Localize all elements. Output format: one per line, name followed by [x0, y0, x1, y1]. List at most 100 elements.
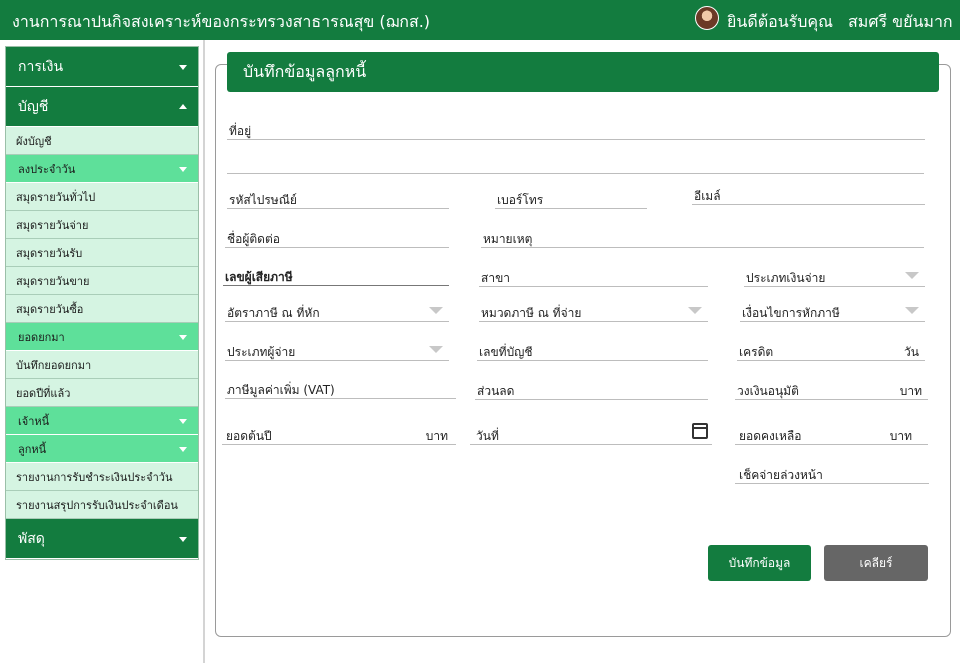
- sidebar-item-7[interactable]: สมุดรายวันขาย: [6, 267, 198, 295]
- chevron-down-icon: [905, 272, 919, 279]
- withholding-rate-label: อัตราภาษี ณ ที่หัก: [227, 306, 320, 320]
- tax-id-field[interactable]: เลขผู้เสียภาษี: [223, 262, 449, 286]
- form-title: บันทึกข้อมูลลูกหนี้: [227, 52, 939, 92]
- sidebar-item-label: สมุดรายวันทั่วไป: [16, 190, 96, 204]
- sidebar-item-0[interactable]: การเงิน: [6, 47, 198, 87]
- sidebar-item-label: รายงานสรุปการรับเงินประจำเดือน: [16, 498, 178, 512]
- sidebar-item-label: รายงานการรับชำระเงินประจำวัน: [16, 470, 173, 484]
- credit-field[interactable]: เครดิต วัน: [737, 337, 925, 361]
- credit-label: เครดิต: [739, 345, 774, 359]
- save-button[interactable]: บันทึกข้อมูล: [708, 545, 811, 581]
- sidebar-item-1[interactable]: บัญชี: [6, 87, 198, 127]
- sidebar-item-label: บันทึกยอดยกมา: [16, 358, 92, 372]
- email-label: อีเมล์: [694, 189, 721, 203]
- sidebar-item-5[interactable]: สมุดรายวันจ่าย: [6, 211, 198, 239]
- opening-balance-label: ยอดต้นปี: [226, 429, 272, 443]
- calendar-icon[interactable]: [692, 423, 708, 439]
- email-field[interactable]: อีเมล์: [692, 181, 925, 205]
- payment-type-label: ประเภทเงินจ่าย: [746, 271, 826, 285]
- clear-button[interactable]: เคลียร์: [824, 545, 928, 581]
- sidebar-item-label: สมุดรายวันขาย: [16, 274, 90, 288]
- credit-unit: วัน: [904, 345, 919, 359]
- discount-field[interactable]: ส่วนลด: [475, 376, 708, 400]
- withholding-condition-select[interactable]: เงื่อนไขการหักภาษี: [740, 298, 925, 322]
- account-no-label: เลขที่บัญชี: [479, 345, 533, 359]
- payment-type-select[interactable]: ประเภทเงินจ่าย: [744, 263, 925, 287]
- sidebar-item-15[interactable]: รายงานสรุปการรับเงินประจำเดือน: [6, 491, 198, 519]
- sidebar-item-label: เจ้าหนี้: [18, 414, 50, 428]
- withholding-rate-select[interactable]: อัตราภาษี ณ ที่หัก: [225, 298, 449, 322]
- sidebar-item-label: ลูกหนี้: [18, 442, 47, 456]
- chevron-down-icon: [688, 307, 702, 314]
- chevron-down-icon: [179, 446, 187, 452]
- welcome-text: ยินดีต้อนรับคุณ: [727, 12, 833, 31]
- note-field[interactable]: หมายเหตุ: [481, 224, 924, 248]
- sidebar-item-label: ยอดยกมา: [18, 330, 65, 344]
- sidebar-item-label: ผังบัญชี: [16, 134, 52, 148]
- sidebar-item-label: บัญชี: [18, 98, 49, 115]
- sidebar-item-16[interactable]: พัสดุ: [6, 519, 198, 559]
- phone-label: เบอร์โทร: [497, 193, 544, 207]
- remaining-balance-label: ยอดคงเหลือ: [739, 429, 802, 443]
- sidebar-menu: การเงินบัญชีผังบัญชีลงประจำวันสมุดรายวัน…: [5, 46, 199, 560]
- withholding-category-select[interactable]: หมวดภาษี ณ ที่จ่าย: [479, 298, 708, 322]
- chevron-down-icon: [429, 307, 443, 314]
- date-field[interactable]: วันที่: [470, 421, 712, 445]
- post-dated-cheque-label: เช็คจ่ายล่วงหน้า: [739, 468, 823, 482]
- sidebar-item-label: ยอดปีที่แล้ว: [16, 386, 71, 400]
- contact-name-field[interactable]: ชื่อผู้ติดต่อ: [225, 224, 449, 248]
- user-avatar[interactable]: [695, 6, 719, 30]
- address-line2-field[interactable]: [227, 150, 924, 174]
- chevron-down-icon: [905, 307, 919, 314]
- branch-label: สาขา: [481, 271, 511, 285]
- sidebar-item-3[interactable]: ลงประจำวัน: [6, 155, 198, 183]
- sidebar-item-12[interactable]: เจ้าหนี้: [6, 407, 198, 435]
- postal-code-field[interactable]: รหัสไปรษณีย์: [227, 185, 449, 209]
- approved-limit-field[interactable]: วงเงินอนุมัติ บาท: [735, 376, 928, 400]
- sidebar-item-label: การเงิน: [18, 58, 64, 75]
- discount-label: ส่วนลด: [477, 384, 515, 398]
- top-bar: งานการณาปนกิจสงเคราะห์ของกระทรวงสาธารณสุ…: [0, 0, 960, 40]
- phone-field[interactable]: เบอร์โทร: [495, 185, 647, 209]
- chevron-down-icon: [179, 64, 187, 70]
- withholding-category-label: หมวดภาษี ณ ที่จ่าย: [481, 306, 582, 320]
- post-dated-cheque-field[interactable]: เช็คจ่ายล่วงหน้า: [735, 460, 929, 484]
- sidebar-item-label: สมุดรายวันจ่าย: [16, 218, 89, 232]
- postal-code-label: รหัสไปรษณีย์: [229, 193, 297, 207]
- sidebar-item-9[interactable]: ยอดยกมา: [6, 323, 198, 351]
- sidebar-item-6[interactable]: สมุดรายวันรับ: [6, 239, 198, 267]
- remaining-balance-unit: บาท: [889, 429, 912, 443]
- opening-balance-field[interactable]: ยอดต้นปี บาท: [222, 421, 456, 445]
- address-label: ที่อยู่: [229, 124, 252, 138]
- payer-type-select[interactable]: ประเภทผู้จ่าย: [225, 337, 449, 361]
- vat-label: ภาษีมูลค่าเพิ่ม (VAT): [227, 383, 335, 397]
- sidebar-item-10[interactable]: บันทึกยอดยกมา: [6, 351, 198, 379]
- sidebar-item-13[interactable]: ลูกหนี้: [6, 435, 198, 463]
- sidebar-item-11[interactable]: ยอดปีที่แล้ว: [6, 379, 198, 407]
- remaining-balance-field[interactable]: ยอดคงเหลือ บาท: [735, 421, 928, 445]
- sidebar-item-14[interactable]: รายงานการรับชำระเงินประจำวัน: [6, 463, 198, 491]
- sidebar-item-8[interactable]: สมุดรายวันซื้อ: [6, 295, 198, 323]
- username[interactable]: สมศรี ขยันมาก: [848, 10, 953, 35]
- sidebar-item-2[interactable]: ผังบัญชี: [6, 127, 198, 155]
- chevron-down-icon: [179, 418, 187, 424]
- note-label: หมายเหตุ: [483, 232, 533, 246]
- withholding-condition-label: เงื่อนไขการหักภาษี: [742, 306, 840, 320]
- vat-field[interactable]: ภาษีมูลค่าเพิ่ม (VAT): [225, 375, 456, 399]
- chevron-up-icon: [179, 103, 187, 109]
- chevron-down-icon: [179, 334, 187, 340]
- address-field[interactable]: ที่อยู่: [227, 116, 925, 140]
- contact-name-label: ชื่อผู้ติดต่อ: [227, 232, 280, 246]
- opening-balance-unit: บาท: [425, 429, 448, 443]
- sidebar-item-label: พัสดุ: [18, 530, 45, 547]
- branch-field[interactable]: สาขา: [479, 263, 708, 287]
- approved-limit-label: วงเงินอนุมัติ: [737, 384, 799, 398]
- approved-limit-unit: บาท: [899, 384, 922, 398]
- date-label: วันที่: [476, 429, 499, 443]
- chevron-down-icon: [179, 536, 187, 542]
- sidebar-item-label: สมุดรายวันซื้อ: [16, 302, 84, 316]
- chevron-down-icon: [179, 166, 187, 172]
- sidebar-item-4[interactable]: สมุดรายวันทั่วไป: [6, 183, 198, 211]
- sidebar-item-label: ลงประจำวัน: [18, 162, 76, 176]
- account-no-field[interactable]: เลขที่บัญชี: [477, 337, 708, 361]
